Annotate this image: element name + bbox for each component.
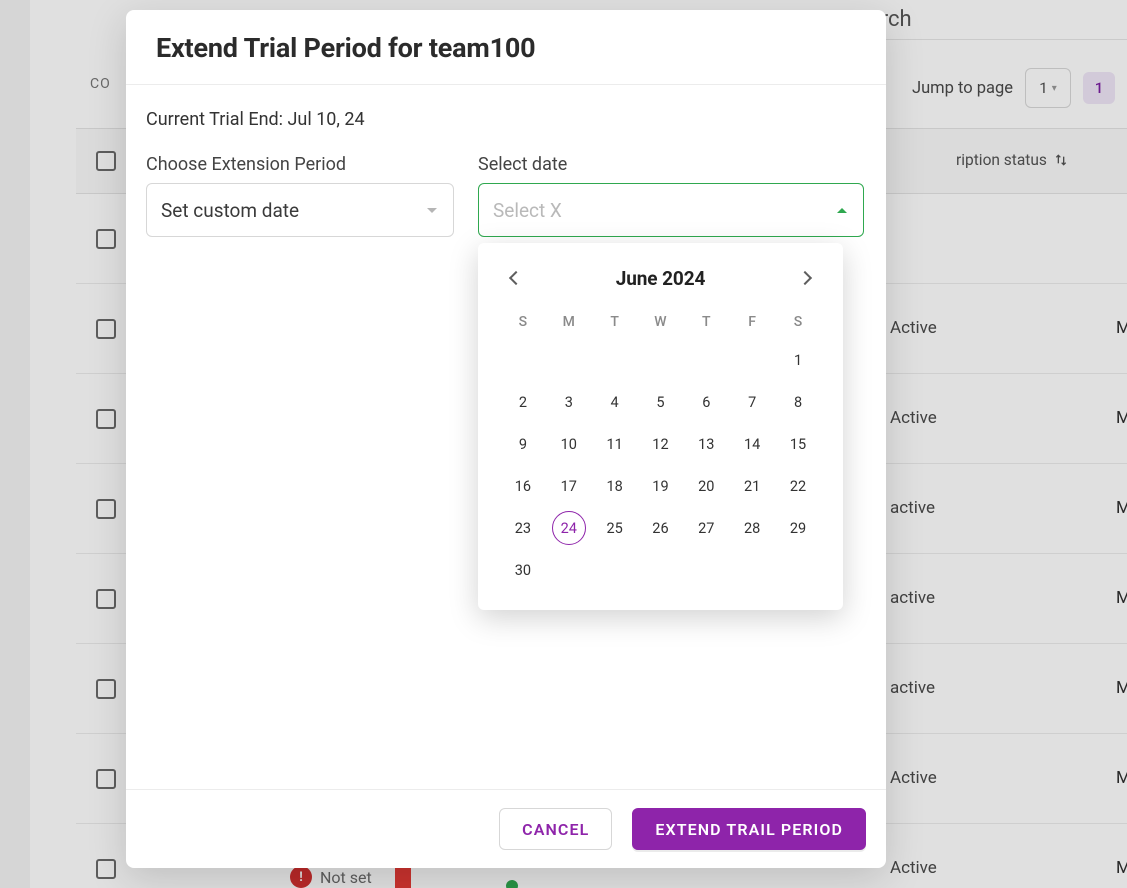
calendar-empty-cell (683, 339, 729, 381)
extension-period-select[interactable]: Set custom date (146, 183, 454, 237)
calendar-day[interactable]: 2 (500, 381, 546, 423)
calendar-empty-cell (546, 549, 592, 591)
calendar-empty-cell (592, 549, 638, 591)
calendar-day[interactable]: 8 (775, 381, 821, 423)
calendar-day[interactable]: 23 (500, 507, 546, 549)
calendar-day[interactable]: 4 (592, 381, 638, 423)
calendar-day[interactable]: 1 (775, 339, 821, 381)
next-month-button[interactable] (789, 262, 821, 294)
calendar-day[interactable]: 21 (729, 465, 775, 507)
calendar-day[interactable]: 27 (683, 507, 729, 549)
calendar-day[interactable]: 9 (500, 423, 546, 465)
calendar-dow: T (592, 305, 638, 339)
modal-title: Extend Trial Period for team100 (156, 32, 856, 64)
calendar-day[interactable]: 7 (729, 381, 775, 423)
modal-footer: Cancel Extend Trail Period (126, 789, 886, 868)
calendar-day[interactable]: 30 (500, 549, 546, 591)
current-trial-end: Current Trial End: Jul 10, 24 (146, 109, 866, 130)
calendar-grid: SMTWTFS 12345678910111213141516171819202… (500, 305, 821, 591)
modal-header: Extend Trial Period for team100 (126, 10, 886, 85)
chevron-down-icon (427, 208, 437, 213)
calendar-month-label: June 2024 (616, 267, 706, 290)
calendar-day[interactable]: 15 (775, 423, 821, 465)
calendar-empty-cell (775, 549, 821, 591)
calendar-day[interactable]: 13 (683, 423, 729, 465)
calendar-day[interactable]: 16 (500, 465, 546, 507)
extension-period-label: Choose Extension Period (146, 154, 454, 175)
calendar-empty-cell (638, 549, 684, 591)
select-date-label: Select date (478, 154, 864, 175)
extension-period-field: Choose Extension Period Set custom date (146, 154, 454, 237)
calendar-day[interactable]: 5 (638, 381, 684, 423)
select-date-field: Select date Select X (478, 154, 864, 237)
calendar-empty-cell (729, 549, 775, 591)
chevron-right-icon (798, 271, 812, 285)
calendar-dow: T (683, 305, 729, 339)
calendar-day[interactable]: 10 (546, 423, 592, 465)
calendar-day[interactable]: 22 (775, 465, 821, 507)
calendar-day[interactable]: 20 (683, 465, 729, 507)
calendar-day[interactable]: 19 (638, 465, 684, 507)
calendar-day[interactable]: 17 (546, 465, 592, 507)
calendar-day[interactable]: 11 (592, 423, 638, 465)
calendar-empty-cell (546, 339, 592, 381)
calendar-day[interactable]: 28 (729, 507, 775, 549)
calendar-dow: S (500, 305, 546, 339)
calendar-empty-cell (683, 549, 729, 591)
calendar-day[interactable]: 24 (546, 507, 592, 549)
calendar-day[interactable]: 18 (592, 465, 638, 507)
extension-period-value: Set custom date (161, 199, 299, 222)
calendar-day[interactable]: 14 (729, 423, 775, 465)
extend-trial-button[interactable]: Extend Trail Period (632, 808, 866, 850)
calendar-empty-cell (592, 339, 638, 381)
calendar-day[interactable]: 25 (592, 507, 638, 549)
calendar-dow: M (546, 305, 592, 339)
calendar-day[interactable]: 6 (683, 381, 729, 423)
calendar-empty-cell (500, 339, 546, 381)
cancel-button[interactable]: Cancel (499, 808, 612, 850)
calendar-day[interactable]: 3 (546, 381, 592, 423)
datepicker-popover: June 2024 SMTWTFS 1234567891011121314151… (478, 243, 843, 610)
calendar-dow: F (729, 305, 775, 339)
select-date-placeholder: Select X (493, 199, 562, 222)
calendar-dow: S (775, 305, 821, 339)
chevron-left-icon (509, 271, 523, 285)
select-date-input[interactable]: Select X (478, 183, 864, 237)
calendar-day[interactable]: 12 (638, 423, 684, 465)
calendar-empty-cell (638, 339, 684, 381)
calendar-empty-cell (729, 339, 775, 381)
chevron-up-icon (837, 208, 847, 213)
calendar-dow: W (638, 305, 684, 339)
prev-month-button[interactable] (500, 262, 532, 294)
calendar-day[interactable]: 26 (638, 507, 684, 549)
calendar-day[interactable]: 29 (775, 507, 821, 549)
